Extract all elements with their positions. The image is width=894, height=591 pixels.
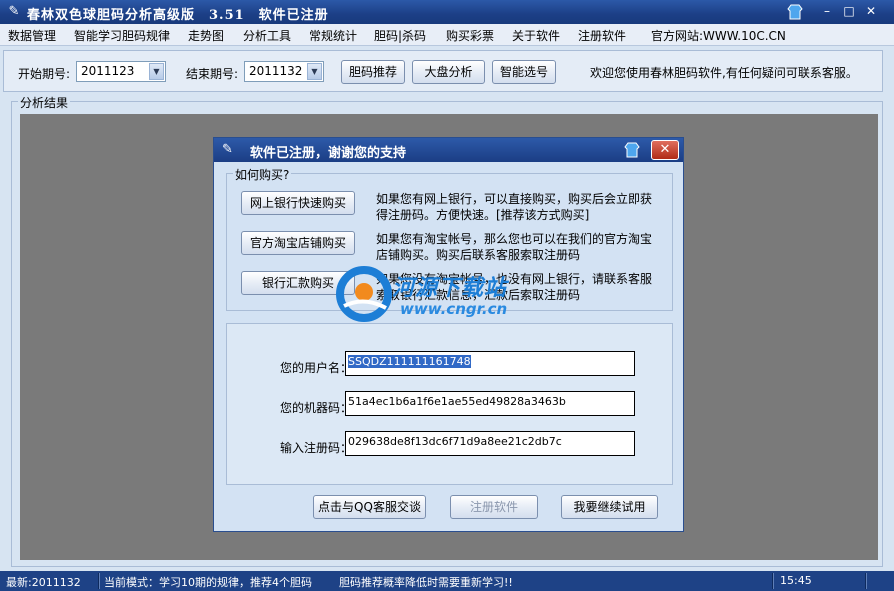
chevron-down-icon[interactable]: ▼ [149, 63, 164, 80]
menu-stats[interactable]: 常规统计 [309, 27, 357, 44]
qq-chat-button[interactable]: 点击与QQ客服交谈 [313, 495, 426, 519]
smart-pick-button[interactable]: 智能选号 [492, 60, 556, 84]
welcome-text: 欢迎您使用春林胆码软件,有任何疑问可联系客服。 [590, 66, 858, 80]
username-label: 您的用户名： [279, 361, 352, 375]
register-button[interactable]: 注册软件 [450, 495, 538, 519]
window-title: 春林双色球胆码分析高级版 3.51 软件已注册 [27, 8, 329, 23]
menu-bar: 数据管理 智能学习胆码规律 走势图 分析工具 常规统计 胆码|杀码 购买彩票 关… [0, 24, 894, 46]
menu-smart-learn[interactable]: 智能学习胆码规律 [74, 27, 170, 44]
status-latest: 最新:2011132 [6, 576, 81, 589]
watermark-url-text: www.cngr.cn [400, 300, 508, 318]
watermark-cn-text: 河源下载站 [392, 276, 508, 301]
dialog-close-button[interactable]: ✕ [651, 140, 679, 160]
registration-dialog: ✎ 软件已注册，谢谢您的支持 ✕ 如何购买? 网上银行快速购买 如果您有网上银行… [213, 137, 684, 532]
taobao-buy-button[interactable]: 官方淘宝店铺购买 [241, 231, 355, 255]
machine-code-value: 51a4ec1b6a1f6e1ae55ed49828a3463b [348, 395, 566, 408]
main-window: ✎ 春林双色球胆码分析高级版 3.51 软件已注册 – □ ✕ 数据管理 智能学… [0, 0, 894, 591]
watermark-logo-icon [336, 266, 392, 322]
skin-icon[interactable] [624, 141, 640, 159]
reg-code-label: 输入注册码： [279, 441, 352, 455]
app-icon: ✎ [222, 142, 233, 157]
status-bar: 最新:2011132 当前模式：学习10期的规律，推荐4个胆码 胆码推荐概率降低… [0, 571, 894, 591]
how-to-buy-title: 如何购买? [233, 166, 292, 183]
status-divider [865, 573, 867, 589]
username-value: SSQDZ111111161748 [348, 355, 471, 368]
minimize-button[interactable]: – [818, 3, 836, 21]
dialog-title: 软件已注册，谢谢您的支持 [250, 146, 407, 161]
menu-analysis-tools[interactable]: 分析工具 [243, 27, 291, 44]
app-icon: ✎ [8, 4, 20, 19]
online-bank-desc: 如果您有网上银行，可以直接购买，购买后会立即获得注册码。方便快速。[推荐该方式购… [376, 192, 653, 222]
status-mode: 当前模式：学习10期的规律，推荐4个胆码 [104, 576, 312, 589]
skin-icon[interactable] [787, 3, 803, 21]
end-label: 结束期号: [186, 67, 239, 81]
status-divider [98, 573, 100, 589]
online-bank-buy-button[interactable]: 网上银行快速购买 [241, 191, 355, 215]
menu-website[interactable]: 官方网站:WWW.10C.CN [651, 27, 786, 44]
menu-dan-sha[interactable]: 胆码|杀码 [374, 27, 426, 44]
status-time: 15:45 [780, 574, 812, 587]
taobao-desc: 如果您有淘宝帐号，那么您也可以在我们的官方淘宝店铺购买。购买后联系客服索取注册码 [376, 232, 653, 262]
reg-code-value: 029638de8f13dc6f71d9a8ee21c2db7c [348, 435, 562, 448]
machine-code-label: 您的机器码： [279, 401, 352, 415]
username-field[interactable]: SSQDZ111111161748 [345, 351, 635, 376]
end-period-value: 2011132 [249, 64, 303, 78]
close-button[interactable]: ✕ [862, 3, 880, 21]
continue-trial-button[interactable]: 我要继续试用 [561, 495, 658, 519]
toolbar: 开始期号: 2011123 ▼ 结束期号: 2011132 ▼ 胆码推荐 大盘分… [3, 50, 883, 92]
machine-code-field[interactable]: 51a4ec1b6a1f6e1ae55ed49828a3463b [345, 391, 635, 416]
maximize-button[interactable]: □ [840, 3, 858, 21]
menu-data-manage[interactable]: 数据管理 [8, 27, 56, 44]
chevron-down-icon[interactable]: ▼ [307, 63, 322, 80]
start-period-select[interactable]: 2011123 ▼ [76, 61, 166, 82]
recommend-button[interactable]: 胆码推荐 [341, 60, 405, 84]
dialog-title-bar[interactable]: ✎ 软件已注册，谢谢您的支持 ✕ [214, 138, 683, 162]
end-period-select[interactable]: 2011132 ▼ [244, 61, 324, 82]
reg-code-input[interactable]: 029638de8f13dc6f71d9a8ee21c2db7c [345, 431, 635, 456]
market-analysis-button[interactable]: 大盘分析 [412, 60, 485, 84]
menu-trend-chart[interactable]: 走势图 [188, 27, 224, 44]
results-group-title: 分析结果 [18, 94, 71, 111]
menu-buy-lottery[interactable]: 购买彩票 [446, 27, 494, 44]
site-watermark: 河源下载站 www.cngr.cn [336, 266, 576, 326]
start-period-value: 2011123 [81, 64, 135, 78]
status-divider [772, 573, 774, 589]
start-label: 开始期号: [18, 67, 71, 81]
title-bar[interactable]: ✎ 春林双色球胆码分析高级版 3.51 软件已注册 – □ ✕ [0, 0, 894, 24]
menu-register[interactable]: 注册软件 [578, 27, 626, 44]
status-hint: 胆码推荐概率降低时需要重新学习!! [339, 576, 513, 589]
menu-about[interactable]: 关于软件 [512, 27, 560, 44]
